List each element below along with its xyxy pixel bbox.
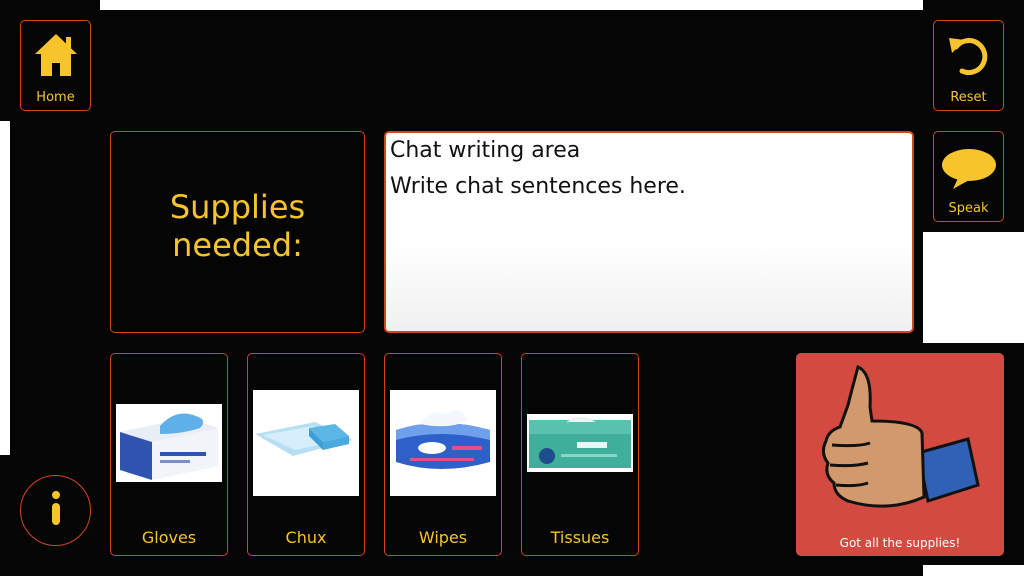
speak-label: Speak: [948, 201, 989, 216]
supply-label: Chux: [285, 528, 327, 547]
home-button[interactable]: Home: [20, 20, 91, 111]
got-all-supplies-button[interactable]: Got all the supplies!: [796, 353, 1004, 556]
speak-button[interactable]: Speak: [933, 131, 1004, 222]
page-title: Supplies needed:: [111, 188, 364, 264]
supply-label: Gloves: [141, 528, 197, 547]
home-label: Home: [36, 90, 75, 105]
supply-label: Wipes: [418, 528, 468, 547]
thumbs-up-icon: [821, 364, 980, 508]
wipes-pack-icon: [390, 390, 496, 496]
title-line-1: Supplies: [169, 188, 306, 226]
chat-area[interactable]: Chat writing area Write chat sentences h…: [384, 131, 914, 333]
home-icon: [34, 34, 77, 76]
chat-heading: Chat writing area: [390, 138, 581, 163]
supply-tile-chux[interactable]: Chux: [247, 353, 365, 556]
got-all-supplies-label: Got all the supplies!: [839, 536, 961, 550]
gloves-box-icon: [116, 404, 222, 482]
title-panel: Supplies needed:: [110, 131, 365, 333]
info-icon: [52, 491, 60, 525]
undo-icon: [948, 38, 987, 76]
supply-tile-wipes[interactable]: Wipes: [384, 353, 502, 556]
chux-pad-icon: [253, 390, 359, 496]
supply-tile-gloves[interactable]: Gloves: [110, 353, 228, 556]
speech-bubble-icon: [941, 149, 996, 189]
title-line-2: needed:: [172, 226, 303, 264]
supply-tile-tissues[interactable]: Tissues: [521, 353, 639, 556]
chat-placeholder: Write chat sentences here.: [390, 174, 686, 199]
supply-label: Tissues: [550, 528, 610, 547]
reset-label: Reset: [950, 90, 987, 105]
reset-button[interactable]: Reset: [933, 20, 1004, 111]
left-gutter: [10, 121, 100, 455]
info-button[interactable]: [20, 475, 91, 546]
tissues-box-icon: [527, 414, 633, 472]
top-bar: [100, 10, 923, 121]
